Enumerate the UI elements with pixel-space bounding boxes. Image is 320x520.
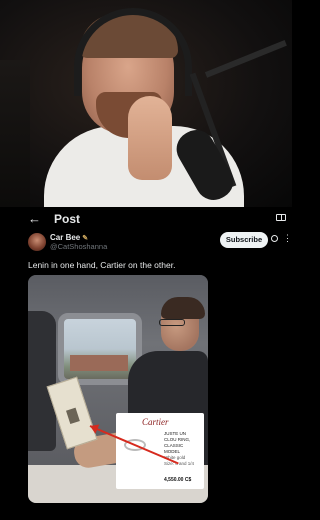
avatar[interactable]	[28, 233, 46, 251]
book-cover-portrait	[66, 407, 80, 425]
cartier-logo: Cartier	[142, 417, 169, 427]
praying-hands	[128, 96, 172, 180]
cartier-product-card: Cartier JUSTE UN CLOU RING, CLASSIC MODE…	[116, 413, 204, 489]
top-bar: ← Post	[0, 207, 292, 231]
reader-mode-icon[interactable]	[276, 214, 286, 221]
pencil-icon: ✎	[82, 235, 89, 242]
back-arrow-icon[interactable]: ←	[28, 211, 41, 226]
headphones	[74, 8, 192, 96]
author-display-name: Car Bee	[50, 233, 81, 242]
post-media-image[interactable]: Cartier JUSTE UN CLOU RING, CLASSIC MODE…	[28, 275, 208, 503]
grok-icon[interactable]	[271, 235, 278, 242]
train-seat	[28, 311, 56, 451]
page-title: Post	[54, 212, 81, 226]
subscribe-button[interactable]: Subscribe	[220, 232, 268, 248]
man-hair	[161, 297, 205, 319]
product-price: 4,550.00 C$	[164, 477, 192, 483]
more-options-icon[interactable]: ⋮	[283, 233, 292, 244]
streamer-webcam	[0, 0, 292, 207]
author-handle[interactable]: @CatShoshanna	[50, 242, 107, 251]
post-text: Lenin in one hand, Cartier on the other.	[28, 260, 176, 270]
author-name[interactable]: Car Bee ✎	[50, 233, 88, 242]
mic-arm	[204, 40, 287, 78]
post-view: ← Post Car Bee ✎ @CatShoshanna Subscribe …	[0, 207, 292, 520]
background-shelf	[0, 60, 30, 207]
glasses	[159, 319, 185, 326]
product-size: Size: 6 and 1/4	[164, 461, 195, 466]
window-building	[70, 355, 128, 371]
product-name: JUSTE UN CLOU RING, CLASSIC MODEL White …	[164, 431, 202, 467]
